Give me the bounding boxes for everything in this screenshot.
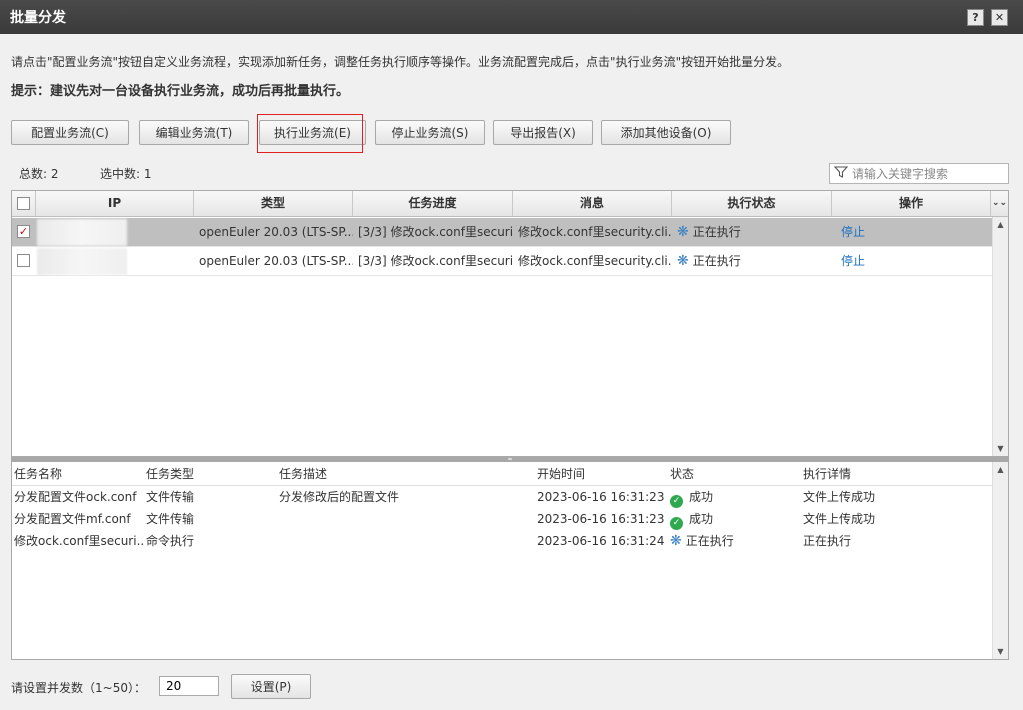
window-title: 批量分发 <box>10 10 66 26</box>
task-status-text: 正在执行 <box>685 534 734 548</box>
message-cell: 修改ock.conf里security.cli... <box>518 225 672 239</box>
running-spinner-icon: ❋ <box>677 224 689 240</box>
concurrency-label: 请设置并发数（1~50）： <box>11 681 146 695</box>
task-table-scrollbar[interactable]: ▲ ▼ <box>992 462 1008 659</box>
type-cell: openEuler 20.03 (LTS-SP... <box>199 254 353 268</box>
stop-link[interactable]: 停止 <box>836 218 936 247</box>
total-value: 2 <box>50 167 59 181</box>
task-status-cell: ✓ 成功 <box>670 508 800 530</box>
table-row[interactable]: 分发配置文件mf.conf 文件传输 2023-06-16 16:31:23 ✓… <box>12 508 992 530</box>
instruction-text: 请点击"配置业务流"按钮自定义业务流程，实现添加新任务，调整任务执行顺序等操作。… <box>11 55 790 69</box>
device-table: IP 类型 任务进度 消息 执行状态 操作 ⌄⌄ ✓ openEuler 20.… <box>11 190 1009 457</box>
select-all-checkbox[interactable] <box>17 197 30 210</box>
progress-cell: [3/3] 修改ock.conf里securi... <box>358 225 513 239</box>
highlight-box <box>257 114 363 153</box>
filter-icon <box>830 166 852 181</box>
status-text: 正在执行 <box>692 254 741 268</box>
select-all-cell <box>12 191 36 216</box>
col-progress[interactable]: 任务进度 <box>353 191 513 216</box>
type-cell: openEuler 20.03 (LTS-SP... <box>199 225 353 239</box>
help-button[interactable]: ? <box>967 9 984 26</box>
col-action[interactable]: 操作 <box>832 191 991 216</box>
ip-cell <box>37 219 127 246</box>
task-name-cell: 分发配置文件ock.conf <box>14 490 137 504</box>
window-titlebar: 批量分发 <box>0 0 1023 34</box>
table-row[interactable]: 分发配置文件ock.conf 文件传输 分发修改后的配置文件 2023-06-1… <box>12 486 992 508</box>
total-count: 总数: 2 <box>19 165 59 182</box>
exec-detail-cell: 正在执行 <box>803 534 852 548</box>
table-row[interactable]: openEuler 20.03 (LTS-SP... [3/3] 修改ock.c… <box>12 247 992 276</box>
running-spinner-icon: ❋ <box>677 253 689 269</box>
configure-workflow-button[interactable]: 配置业务流(C) <box>11 120 129 145</box>
task-status-text: 成功 <box>689 490 714 504</box>
row-checkbox[interactable] <box>17 254 30 267</box>
task-name-cell: 分发配置文件mf.conf <box>14 512 131 526</box>
task-status-cell: ✓ 成功 <box>670 486 800 508</box>
col-task-desc[interactable]: 任务描述 <box>279 462 327 486</box>
exec-detail-cell: 文件上传成功 <box>803 512 876 526</box>
col-task-name[interactable]: 任务名称 <box>14 462 62 486</box>
ip-cell <box>37 248 127 275</box>
selected-count: 选中数: 1 <box>100 165 152 182</box>
task-desc-cell: 分发修改后的配置文件 <box>279 490 400 504</box>
set-concurrency-button[interactable]: 设置(P) <box>231 674 311 699</box>
col-message[interactable]: 消息 <box>513 191 672 216</box>
selected-value: 1 <box>143 167 152 181</box>
status-cell: ❋ 正在执行 <box>672 247 832 276</box>
edit-workflow-button[interactable]: 编辑业务流(T) <box>139 120 249 145</box>
stop-workflow-button[interactable]: 停止业务流(S) <box>375 120 485 145</box>
start-time-cell: 2023-06-16 16:31:23 <box>537 490 665 504</box>
success-check-icon: ✓ <box>670 517 683 530</box>
progress-cell: [3/3] 修改ock.conf里securi... <box>358 254 513 268</box>
task-name-cell: 修改ock.conf里securi... <box>14 534 144 548</box>
scroll-up-icon[interactable]: ▲ <box>993 462 1008 477</box>
col-ip[interactable]: IP <box>36 191 194 216</box>
status-text: 正在执行 <box>692 225 741 239</box>
tip-text: 提示：建议先对一台设备执行业务流，成功后再批量执行。 <box>11 84 350 99</box>
task-status-cell: ❋ 正在执行 <box>670 530 800 552</box>
column-menu-icon[interactable]: ⌄⌄ <box>991 191 1008 216</box>
search-input[interactable] <box>852 164 1008 183</box>
col-start-time[interactable]: 开始时间 <box>537 462 585 486</box>
col-task-type[interactable]: 任务类型 <box>146 462 194 486</box>
total-label: 总数: <box>19 167 48 181</box>
stop-link[interactable]: 停止 <box>836 247 936 276</box>
task-type-cell: 文件传输 <box>146 490 195 504</box>
col-exec-detail[interactable]: 执行详情 <box>803 462 851 486</box>
table-row[interactable]: 修改ock.conf里securi... 命令执行 2023-06-16 16:… <box>12 530 992 552</box>
scroll-down-icon[interactable]: ▼ <box>993 644 1008 659</box>
message-cell: 修改ock.conf里security.cli... <box>518 254 672 268</box>
selected-label: 选中数: <box>100 167 141 181</box>
table-row[interactable]: ✓ openEuler 20.03 (LTS-SP... [3/3] 修改ock… <box>12 218 992 247</box>
scroll-up-icon[interactable]: ▲ <box>993 217 1008 232</box>
start-time-cell: 2023-06-16 16:31:24 <box>537 534 665 548</box>
task-table-header: 任务名称 任务类型 任务描述 开始时间 状态 执行详情 <box>12 462 992 486</box>
status-cell: ❋ 正在执行 <box>672 218 832 247</box>
col-type[interactable]: 类型 <box>194 191 353 216</box>
col-task-status[interactable]: 状态 <box>670 462 694 486</box>
export-report-button[interactable]: 导出报告(X) <box>493 120 593 145</box>
task-type-cell: 命令执行 <box>146 534 195 548</box>
add-device-button[interactable]: 添加其他设备(O) <box>601 120 731 145</box>
task-table: 任务名称 任务类型 任务描述 开始时间 状态 执行详情 分发配置文件ock.co… <box>11 462 1009 660</box>
row-checkbox[interactable]: ✓ <box>17 225 30 238</box>
device-table-header: IP 类型 任务进度 消息 执行状态 操作 ⌄⌄ <box>12 191 1008 217</box>
success-check-icon: ✓ <box>670 495 683 508</box>
running-spinner-icon: ❋ <box>670 533 682 549</box>
start-time-cell: 2023-06-16 16:31:23 <box>537 512 665 526</box>
concurrency-input[interactable] <box>159 676 219 696</box>
col-status[interactable]: 执行状态 <box>672 191 832 216</box>
device-table-scrollbar[interactable]: ▲ ▼ <box>992 217 1008 456</box>
task-status-text: 成功 <box>689 512 714 526</box>
task-type-cell: 文件传输 <box>146 512 195 526</box>
search-box[interactable] <box>829 163 1009 184</box>
close-button[interactable]: ✕ <box>991 9 1008 26</box>
exec-detail-cell: 文件上传成功 <box>803 490 876 504</box>
scroll-down-icon[interactable]: ▼ <box>993 441 1008 456</box>
